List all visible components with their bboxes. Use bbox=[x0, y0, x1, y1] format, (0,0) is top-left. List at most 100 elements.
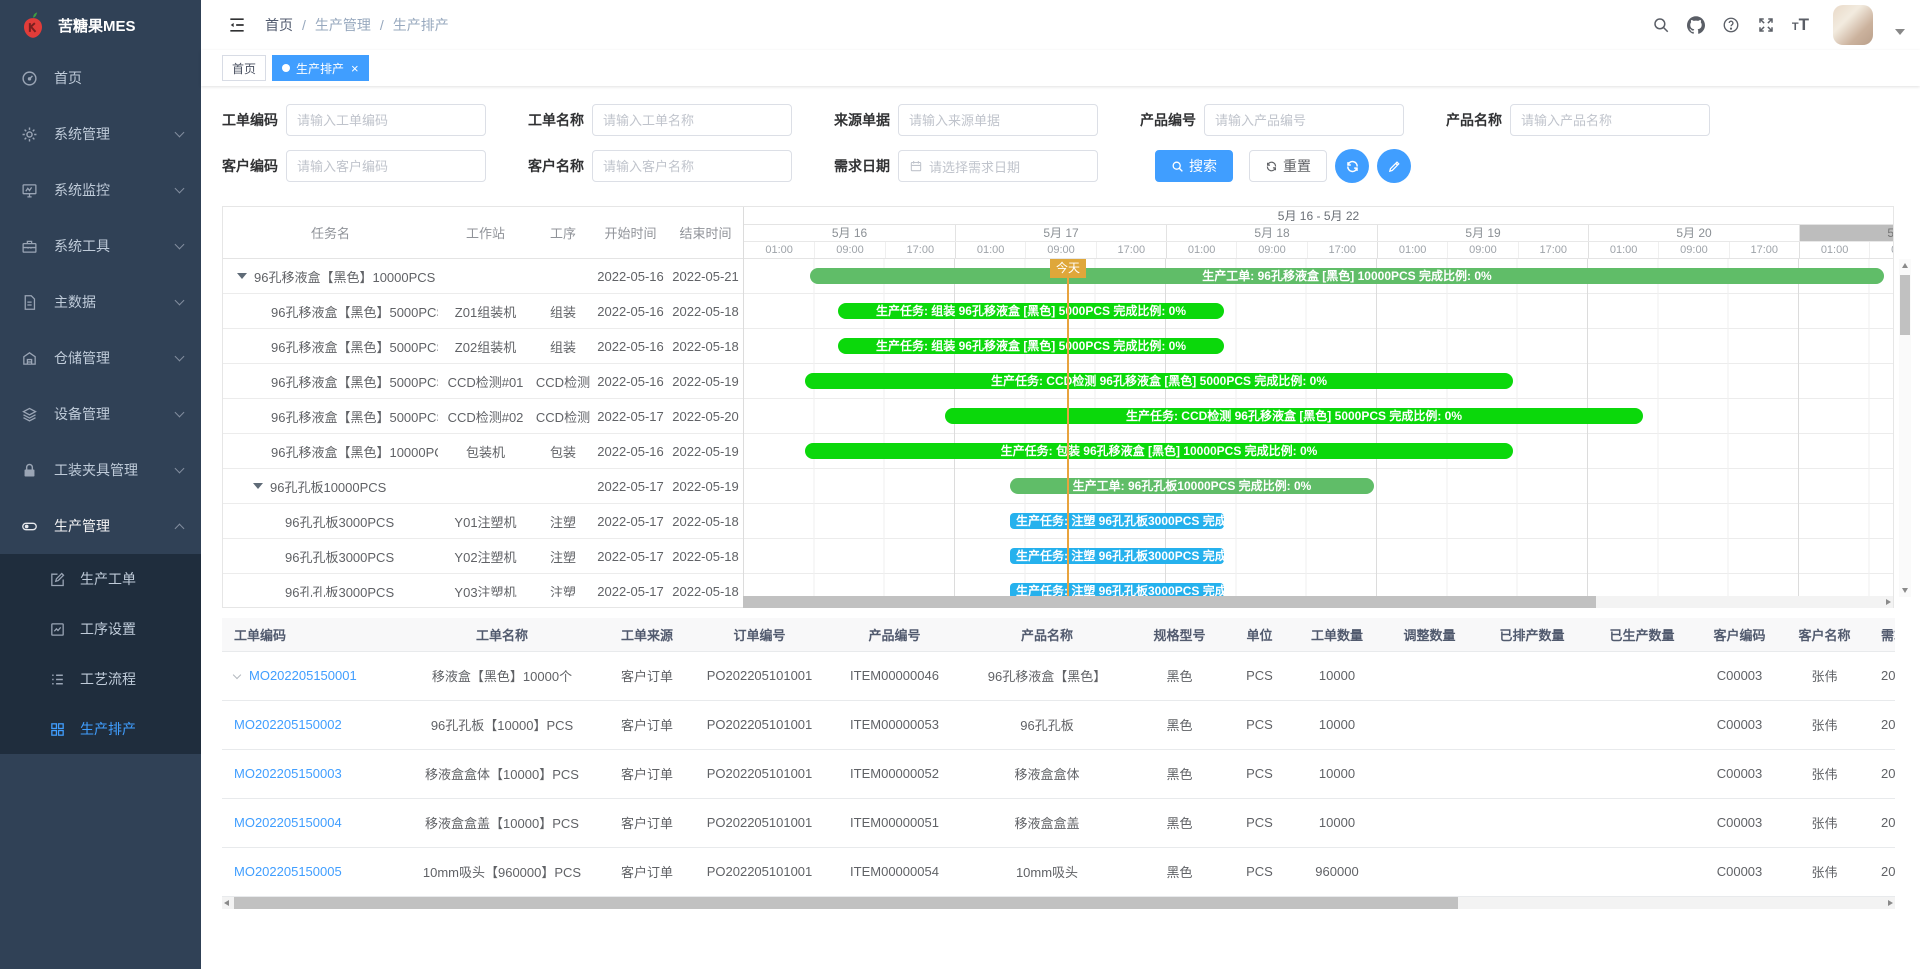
work-order-link[interactable]: MO202205150003 bbox=[234, 766, 342, 781]
work-order-code-input[interactable] bbox=[286, 104, 486, 136]
task-cell: Y03注塑机 bbox=[438, 582, 533, 598]
edit-schedule-button[interactable] bbox=[1377, 149, 1411, 183]
sidebar-item-equipment-mgmt[interactable]: 设备管理 bbox=[0, 386, 201, 442]
timeline-hour-cell: 17:00 bbox=[1096, 242, 1166, 258]
gantt-bar[interactable]: 生产任务: CCD检测 96孔移液盒 [黑色] 5000PCS 完成比例: 0% bbox=[805, 373, 1513, 389]
work-order-link[interactable]: MO202205150005 bbox=[234, 864, 342, 879]
task-cell: 2022-05-18 bbox=[668, 584, 743, 598]
table-cell: 移液盒盒盖【10000】PCS bbox=[402, 798, 602, 847]
sidebar-item-home[interactable]: 首页 bbox=[0, 50, 201, 106]
sidebar-item-system-mgmt[interactable]: 系统管理 bbox=[0, 106, 201, 162]
table-cell: 96孔孔板【10000】PCS bbox=[402, 700, 602, 749]
breadcrumb-home[interactable]: 首页 bbox=[265, 15, 293, 35]
gantt-vertical-scrollbar[interactable] bbox=[1899, 259, 1911, 597]
font-size-icon[interactable]: TT bbox=[1792, 15, 1809, 35]
search-icon[interactable] bbox=[1652, 16, 1671, 35]
refresh-gantt-button[interactable] bbox=[1335, 149, 1369, 183]
sidebar-item-system-tools[interactable]: 系统工具 bbox=[0, 218, 201, 274]
row-expand-icon[interactable] bbox=[233, 671, 241, 679]
chevron-down-icon bbox=[175, 407, 185, 417]
github-icon[interactable] bbox=[1687, 16, 1706, 35]
toolbox-icon bbox=[20, 238, 38, 255]
work-order-link[interactable]: MO202205150002 bbox=[234, 717, 342, 732]
task-name-cell: 96孔孔板3000PCS bbox=[223, 582, 438, 598]
product-code-input[interactable] bbox=[1204, 104, 1404, 136]
filter-group-product-code: 产品编号 bbox=[1140, 104, 1416, 136]
table-cell: MO202205150002 bbox=[222, 700, 402, 749]
help-icon[interactable] bbox=[1722, 16, 1741, 35]
timeline-hour-cell: 09:00 bbox=[814, 242, 884, 258]
scrollbar-thumb[interactable] bbox=[1900, 275, 1910, 335]
work-order-link[interactable]: MO202205150004 bbox=[234, 815, 342, 830]
task-name: 96孔移液盒【黑色】5000PCS bbox=[271, 337, 438, 356]
sidebar-item-process-flow[interactable]: 工艺流程 bbox=[0, 654, 201, 704]
table-cell: 10000 bbox=[1292, 749, 1382, 798]
tab-production-scheduling[interactable]: 生产排产 × bbox=[272, 55, 369, 81]
table-cell: ITEM00000053 bbox=[827, 700, 962, 749]
sidebar-item-production-mgmt[interactable]: 生产管理 bbox=[0, 498, 201, 554]
fullscreen-icon[interactable] bbox=[1757, 16, 1776, 35]
task-cell: 注塑 bbox=[533, 512, 593, 531]
gantt-bar[interactable]: 生产任务: 包装 96孔移液盒 [黑色] 10000PCS 完成比例: 0% bbox=[805, 443, 1513, 459]
avatar[interactable] bbox=[1833, 5, 1873, 45]
task-cell: 2022-05-18 bbox=[668, 549, 743, 564]
scroll-right-arrow-icon[interactable] bbox=[1888, 900, 1893, 906]
work-order-name-input[interactable] bbox=[592, 104, 792, 136]
demand-date-input[interactable]: 请选择需求日期 bbox=[898, 150, 1098, 182]
customer-name-input[interactable] bbox=[592, 150, 792, 182]
table-cell: ITEM00000054 bbox=[827, 847, 962, 896]
breadcrumb-production-mgmt[interactable]: 生产管理 bbox=[315, 15, 371, 35]
avatar-caret-down-icon[interactable] bbox=[1895, 29, 1905, 35]
gantt-bar[interactable]: 生产任务: 注塑 96孔孔板3000PCS 完成比例: 0% bbox=[1010, 583, 1224, 597]
table-cell: 张伟 bbox=[1782, 749, 1867, 798]
search-button[interactable]: 搜索 bbox=[1155, 150, 1233, 182]
tab-close-icon[interactable]: × bbox=[351, 62, 359, 75]
tab-home[interactable]: 首页 bbox=[222, 55, 266, 81]
table-cell bbox=[1587, 847, 1697, 896]
product-name-input[interactable] bbox=[1510, 104, 1710, 136]
sidebar-item-production-scheduling[interactable]: 生产排产 bbox=[0, 704, 201, 754]
scroll-left-arrow-icon[interactable] bbox=[224, 900, 229, 906]
sidebar-item-label: 生产管理 bbox=[54, 516, 176, 536]
gantt-bar[interactable]: 生产任务: 注塑 96孔孔板3000PCS 完成比例: 0% bbox=[1010, 513, 1224, 529]
sidebar-item-warehouse-mgmt[interactable]: 仓储管理 bbox=[0, 330, 201, 386]
scroll-up-arrow-icon[interactable] bbox=[1902, 263, 1908, 268]
sidebar-item-system-monitor[interactable]: 系统监控 bbox=[0, 162, 201, 218]
sidebar-item-fixture-mgmt[interactable]: 工装夹具管理 bbox=[0, 442, 201, 498]
table-cell: 10mm吸头 bbox=[962, 847, 1132, 896]
sidebar-item-master-data[interactable]: 主数据 bbox=[0, 274, 201, 330]
gantt-horizontal-scrollbar[interactable] bbox=[743, 596, 1893, 608]
scroll-down-arrow-icon[interactable] bbox=[1902, 588, 1908, 593]
gantt-bar[interactable]: 生产任务: 注塑 96孔孔板3000PCS 完成比例: 0% bbox=[1010, 548, 1224, 564]
customer-code-input[interactable] bbox=[286, 150, 486, 182]
gantt-bar[interactable]: 生产任务: 组装 96孔移液盒 [黑色] 5000PCS 完成比例: 0% bbox=[838, 338, 1224, 354]
source-doc-input[interactable] bbox=[898, 104, 1098, 136]
task-cell: 2022-05-17 bbox=[593, 549, 668, 564]
logo[interactable]: 苦糖果MES bbox=[0, 0, 201, 50]
work-order-link[interactable]: MO202205150001 bbox=[249, 668, 357, 683]
filter-label-customer-code: 客户编码 bbox=[222, 156, 286, 176]
reset-button[interactable]: 重置 bbox=[1249, 150, 1327, 182]
table-cell: 2022 bbox=[1867, 651, 1895, 700]
sidebar-item-label: 系统监控 bbox=[54, 180, 176, 200]
table-cell bbox=[1587, 651, 1697, 700]
sidebar-item-process-setting[interactable]: 工序设置 bbox=[0, 604, 201, 654]
tags-view-bar: 首页 生产排产 × bbox=[201, 50, 1920, 86]
table-cell: PCS bbox=[1227, 847, 1292, 896]
sidebar-item-label: 系统管理 bbox=[54, 124, 176, 144]
sidebar-fold-icon[interactable] bbox=[227, 15, 247, 35]
gantt-bar[interactable]: 生产工单: 96孔移液盒 [黑色] 10000PCS 完成比例: 0% bbox=[810, 268, 1884, 284]
gantt-task-row: 96孔孔板3000PCSY02注塑机注塑2022-05-172022-05-18 bbox=[223, 539, 743, 574]
tree-expand-icon[interactable] bbox=[253, 483, 263, 489]
timeline-hour-cell: 01:00 bbox=[955, 242, 1025, 258]
scrollbar-thumb[interactable] bbox=[234, 897, 1458, 909]
tree-expand-icon[interactable] bbox=[237, 273, 247, 279]
scrollbar-thumb[interactable] bbox=[743, 596, 1596, 608]
orders-horizontal-scrollbar[interactable] bbox=[222, 897, 1895, 909]
sidebar-item-production-order[interactable]: 生产工单 bbox=[0, 554, 201, 604]
gantt-bar[interactable]: 生产任务: 组装 96孔移液盒 [黑色] 5000PCS 完成比例: 0% bbox=[838, 303, 1224, 319]
timeline-day-cell: 5月 17 bbox=[955, 225, 1166, 241]
scroll-right-arrow-icon[interactable] bbox=[1886, 599, 1891, 605]
gantt-bar[interactable]: 生产工单: 96孔孔板10000PCS 完成比例: 0% bbox=[1010, 478, 1374, 494]
gantt-bar[interactable]: 生产任务: CCD检测 96孔移液盒 [黑色] 5000PCS 完成比例: 0% bbox=[945, 408, 1643, 424]
